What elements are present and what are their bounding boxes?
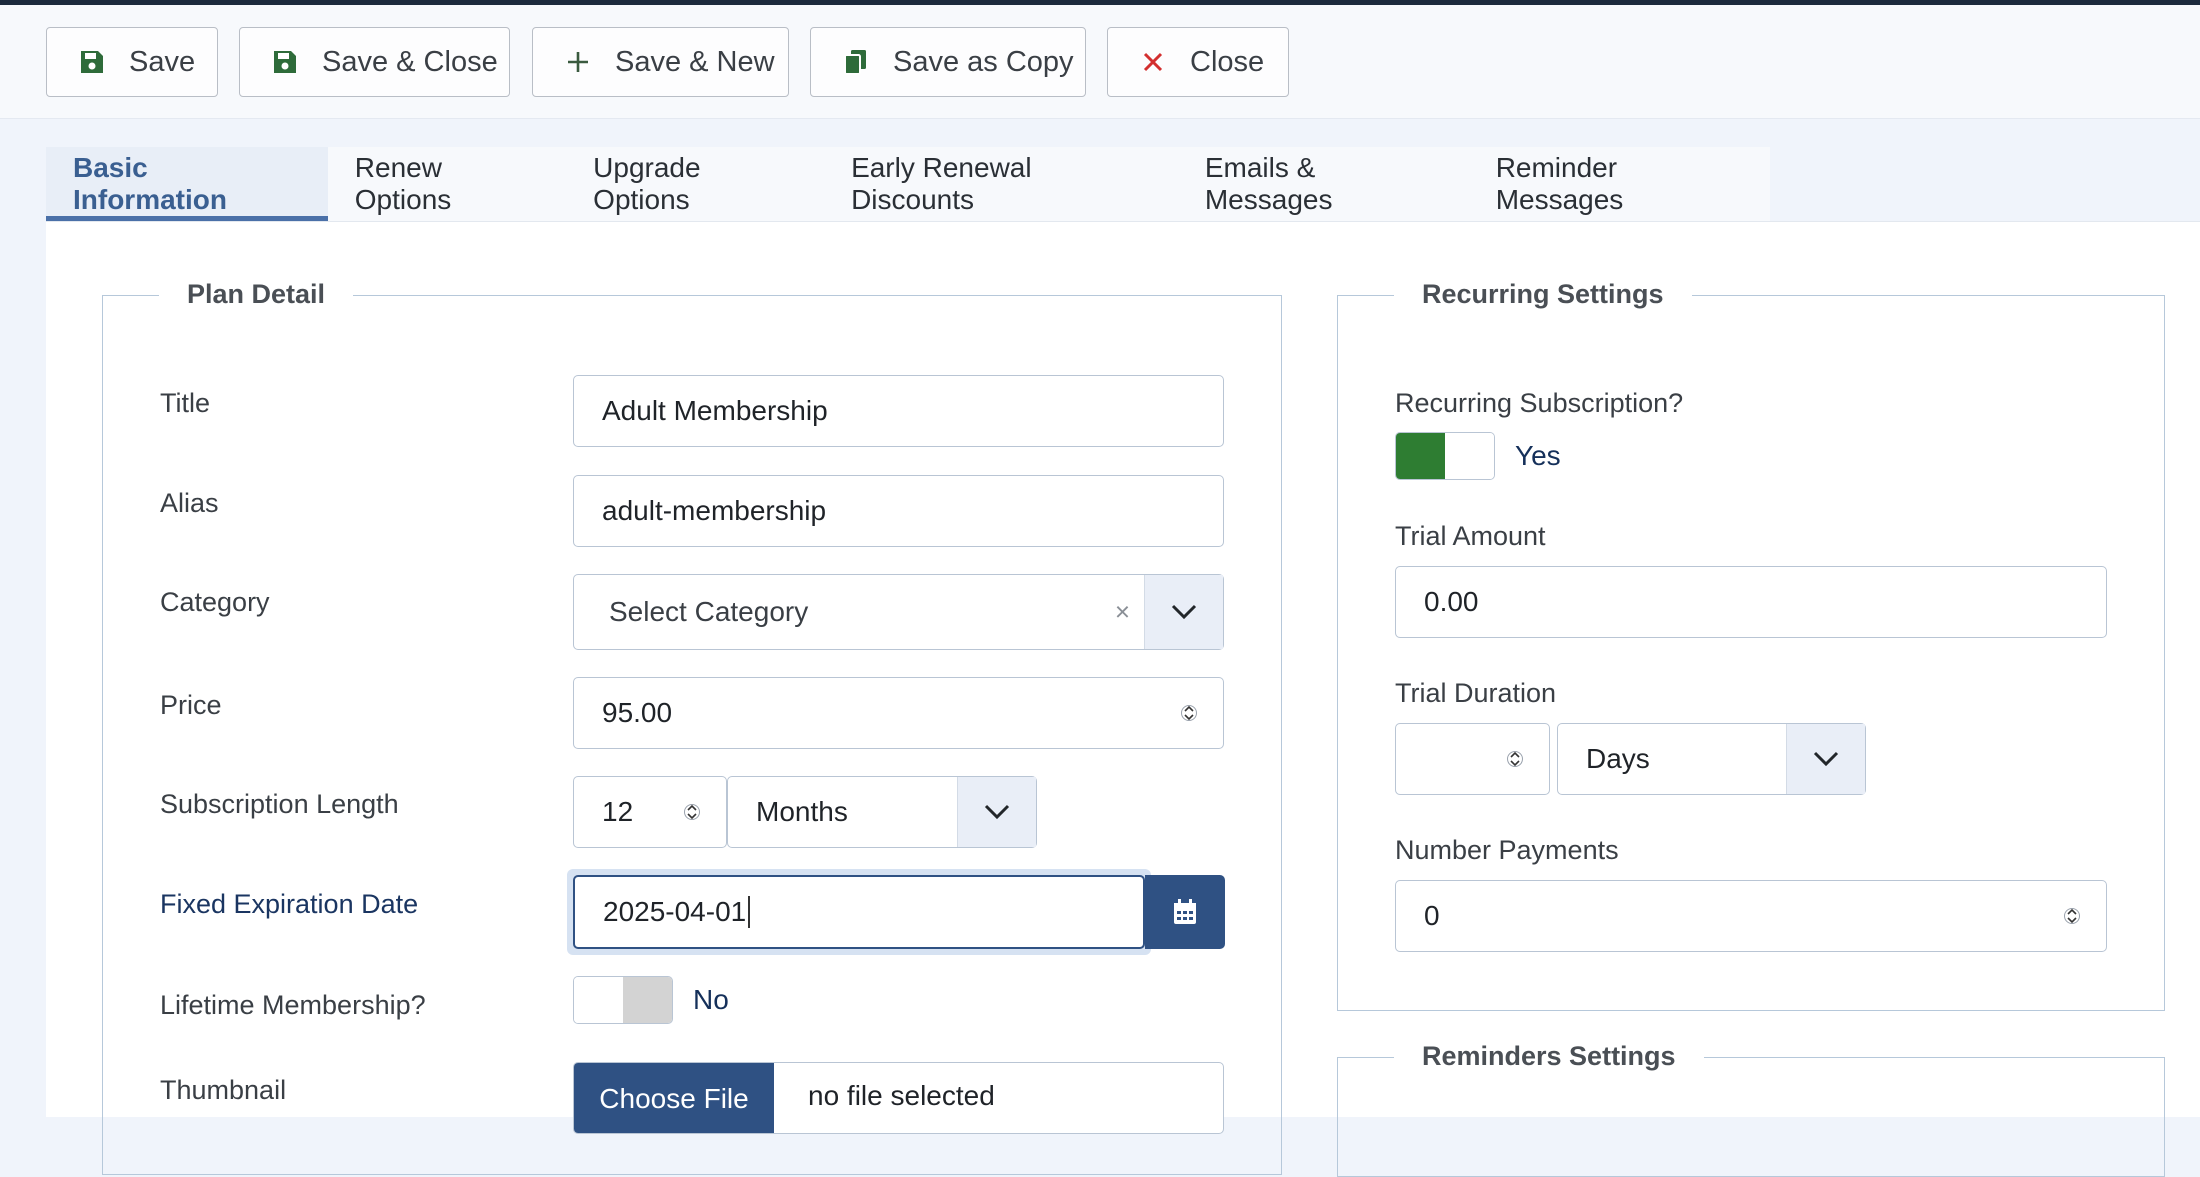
save-new-label: Save & New [615,45,775,78]
thumbnail-file-input[interactable]: Choose File no file selected [573,1062,1224,1134]
tab-upgrade-options[interactable]: Upgrade Options [566,147,824,221]
tab-emails-messages[interactable]: Emails & Messages [1178,147,1469,221]
floppy-disk-icon [270,47,300,77]
fixed-expiration-date-value: 2025-04-01 [603,896,747,927]
thumbnail-label: Thumbnail [160,1075,287,1105]
trial-duration-unit-value: Days [1586,743,1650,774]
subscription-length-unit-value: Months [756,796,848,827]
recurring-subscription-value: Yes [1515,440,1561,471]
subscription-length-value: 12 [602,796,634,827]
copy-icon [841,47,871,77]
fixed-expiration-date-input[interactable]: 2025-04-01 [573,875,1145,949]
alias-value: adult-membership [602,495,827,526]
number-payments-input[interactable]: 0 [1395,880,2107,952]
text-cursor [748,896,751,928]
tab-basic-information[interactable]: Basic Information [46,147,328,221]
save-as-copy-label: Save as Copy [893,45,1074,78]
clear-icon[interactable]: × [1115,597,1130,628]
category-select[interactable]: Select Category × [573,574,1224,650]
fixed-expiration-date-label: Fixed Expiration Date [160,889,419,919]
plus-icon [563,47,593,77]
category-label: Category [160,587,270,617]
close-label: Close [1190,45,1265,78]
reminders-settings-fieldset: Reminders Settings [1337,1041,2165,1177]
subscription-length-label: Subscription Length [160,789,399,819]
save-label: Save [129,45,196,78]
tab-content: Plan Detail Title Adult Membership Alias… [46,221,2200,1177]
subscription-length-unit-select[interactable]: Months [727,776,1037,848]
spinner-icon[interactable] [1181,699,1197,727]
reminders-settings-legend: Reminders Settings [1394,1041,1704,1072]
save-close-button[interactable]: Save & Close [239,27,510,97]
no-file-text: no file selected [808,1080,995,1111]
recurring-subscription-label: Recurring Subscription? [1395,388,1684,418]
price-value: 95.00 [602,697,673,728]
lifetime-membership-toggle[interactable] [573,976,673,1024]
price-input[interactable]: 95.00 [573,677,1224,749]
toolbar: Save Save & Close Save & New Save as Cop… [0,5,2200,119]
trial-amount-input[interactable]: 0.00 [1395,566,2107,638]
tab-renew-options[interactable]: Renew Options [328,147,566,221]
trial-duration-unit-select[interactable]: Days [1557,723,1866,795]
title-value: Adult Membership [602,395,828,426]
recurring-subscription-toggle[interactable] [1395,432,1495,480]
save-new-button[interactable]: Save & New [532,27,789,97]
tab-early-renewal-discounts[interactable]: Early Renewal Discounts [824,147,1178,221]
spinner-icon[interactable] [2064,902,2080,930]
lifetime-membership-label: Lifetime Membership? [160,990,426,1020]
category-value: Select Category [609,596,809,627]
choose-file-button[interactable]: Choose File [574,1063,774,1133]
chevron-down-icon[interactable] [957,777,1036,847]
recurring-settings-legend: Recurring Settings [1394,279,1692,310]
trial-amount-label: Trial Amount [1395,521,1546,551]
chevron-down-icon[interactable] [1144,575,1223,649]
trial-amount-value: 0.00 [1424,586,1479,617]
calendar-button[interactable] [1145,875,1225,949]
trial-duration-input[interactable] [1395,723,1550,795]
number-payments-value: 0 [1424,900,1440,931]
close-icon [1138,47,1168,77]
trial-duration-label: Trial Duration [1395,678,1557,708]
plan-detail-legend: Plan Detail [159,279,354,310]
save-close-label: Save & Close [322,45,498,78]
lifetime-membership-value: No [693,984,729,1015]
tab-reminder-messages[interactable]: Reminder Messages [1469,147,1770,221]
title-input[interactable]: Adult Membership [573,375,1224,447]
floppy-disk-icon [77,47,107,77]
save-button[interactable]: Save [46,27,218,97]
title-label: Title [160,388,211,418]
calendar-icon [1174,899,1196,924]
close-button[interactable]: Close [1107,27,1289,97]
alias-label: Alias [160,488,219,518]
price-label: Price [160,690,222,720]
subscription-length-input[interactable]: 12 [573,776,727,848]
save-as-copy-button[interactable]: Save as Copy [810,27,1086,97]
spinner-icon[interactable] [1507,745,1523,773]
tab-bar: Basic Information Renew Options Upgrade … [46,147,1770,221]
spinner-icon[interactable] [684,798,700,826]
chevron-down-icon[interactable] [1786,724,1865,794]
number-payments-label: Number Payments [1395,835,1619,865]
alias-input[interactable]: adult-membership [573,475,1224,547]
